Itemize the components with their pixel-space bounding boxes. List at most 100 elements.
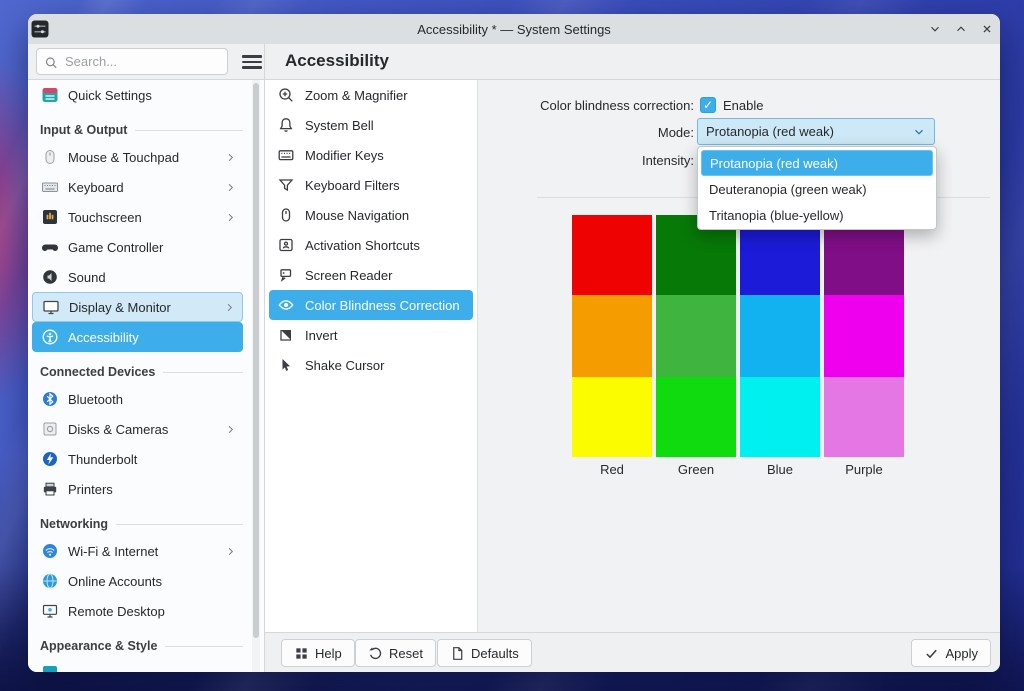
sidebar-item-wi-fi-internet[interactable]: Wi-Fi & Internet (32, 536, 243, 566)
sidebar-item-partial[interactable] (32, 658, 243, 672)
sidebar-item-online-accounts[interactable]: Online Accounts (32, 566, 243, 596)
printer-icon (41, 480, 59, 498)
sidebar-item-game-controller[interactable]: Game Controller (32, 232, 243, 262)
sidebar-item-thunderbolt[interactable]: Thunderbolt (32, 444, 243, 474)
window-title: Accessibility * — System Settings (28, 22, 1000, 37)
chevron-right-icon (224, 181, 237, 194)
mode-combobox[interactable]: Protanopia (red weak) (697, 118, 935, 145)
swatch-blue-row2 (740, 295, 820, 377)
sidebar-item-label: Quick Settings (68, 88, 152, 103)
module-item-modifier-keys[interactable]: Modifier Keys (269, 140, 473, 170)
shake-cursor-icon (277, 356, 295, 374)
sidebar-item-bluetooth[interactable]: Bluetooth (32, 384, 243, 414)
sidebar-item-label: Keyboard (68, 180, 124, 195)
apply-button[interactable]: Apply (911, 639, 991, 667)
reset-button[interactable]: Reset (355, 639, 436, 667)
sidebar-item-label: Disks & Cameras (68, 422, 168, 437)
activation-shortcuts-icon (277, 236, 295, 254)
game-controller-icon (41, 238, 59, 256)
module-item-activation-shortcuts[interactable]: Activation Shortcuts (269, 230, 473, 260)
sidebar: Quick Settings Input & OutputMouse & Touc… (28, 80, 264, 672)
dropdown-option-deuteranopia-green-weak[interactable]: Deuteranopia (green weak) (701, 176, 933, 202)
defaults-label: Defaults (471, 646, 519, 661)
mode-dropdown-popup: Protanopia (red weak)Deuteranopia (green… (697, 146, 937, 230)
maximize-icon[interactable] (952, 20, 970, 38)
search-input[interactable] (65, 54, 220, 69)
partial-icon (41, 664, 59, 672)
modifier-keys-icon (277, 146, 295, 164)
chevron-right-icon (224, 423, 237, 436)
swatch-green-row2 (656, 295, 736, 377)
module-item-label: Shake Cursor (305, 358, 384, 373)
sound-icon (41, 268, 59, 286)
sidebar-item-keyboard[interactable]: Keyboard (32, 172, 243, 202)
sidebar-item-accessibility[interactable]: Accessibility (32, 322, 243, 352)
module-item-zoom-magnifier[interactable]: Zoom & Magnifier (269, 80, 473, 110)
hamburger-menu-icon[interactable] (239, 52, 265, 72)
minimize-icon[interactable] (926, 20, 944, 38)
dropdown-option-protanopia-red-weak[interactable]: Protanopia (red weak) (701, 150, 933, 176)
dropdown-option-tritanopia-blue-yellow[interactable]: Tritanopia (blue-yellow) (701, 202, 933, 228)
sidebar-item-display-monitor[interactable]: Display & Monitor (32, 292, 243, 322)
correction-label: Color blindness correction: (540, 98, 694, 113)
module-item-shake-cursor[interactable]: Shake Cursor (269, 350, 473, 380)
swatch-red-row1 (572, 215, 652, 295)
sidebar-item-label: Online Accounts (68, 574, 162, 589)
sidebar-section-appearance-style: Appearance & Style (28, 626, 264, 658)
module-item-screen-reader[interactable]: Screen Reader (269, 260, 473, 290)
wifi-icon (41, 542, 59, 560)
sidebar-item-mouse-touchpad[interactable]: Mouse & Touchpad (32, 142, 243, 172)
section-label: Connected Devices (40, 365, 155, 379)
toolbar-strip: Accessibility (28, 44, 1000, 80)
module-item-invert[interactable]: Invert (269, 320, 473, 350)
zoom-magnifier-icon (277, 86, 295, 104)
thunderbolt-icon (41, 450, 59, 468)
swatch-label: Red (572, 457, 652, 477)
module-item-label: Mouse Navigation (305, 208, 409, 223)
section-label: Appearance & Style (40, 639, 157, 653)
sidebar-item-disks-cameras[interactable]: Disks & Cameras (32, 414, 243, 444)
sidebar-scrollbar[interactable] (252, 80, 260, 672)
display-icon (42, 298, 60, 316)
sidebar-item-printers[interactable]: Printers (32, 474, 243, 504)
screen-reader-icon (277, 266, 295, 284)
reset-label: Reset (389, 646, 423, 661)
sidebar-item-quick-settings[interactable]: Quick Settings (32, 80, 243, 110)
section-label: Networking (40, 517, 108, 531)
swatch-column-blue: Blue (740, 215, 820, 477)
titlebar[interactable]: Accessibility * — System Settings (28, 14, 1000, 44)
close-icon[interactable] (978, 20, 996, 38)
module-item-system-bell[interactable]: System Bell (269, 110, 473, 140)
help-button[interactable]: Help (281, 639, 355, 667)
module-item-mouse-navigation[interactable]: Mouse Navigation (269, 200, 473, 230)
system-bell-icon (277, 116, 295, 134)
defaults-button[interactable]: Defaults (437, 639, 532, 667)
swatch-column-green: Green (656, 215, 736, 477)
scrollbar-thumb[interactable] (253, 83, 259, 638)
sidebar-item-sound[interactable]: Sound (32, 262, 243, 292)
sidebar-item-label: Remote Desktop (68, 604, 165, 619)
system-settings-window: Accessibility * — System Settings Access… (28, 14, 1000, 672)
enable-label: Enable (723, 98, 763, 113)
search-icon (44, 54, 59, 69)
enable-checkbox[interactable]: ✓ (700, 97, 716, 113)
sidebar-item-touchscreen[interactable]: Touchscreen (32, 202, 243, 232)
module-item-keyboard-filters[interactable]: Keyboard Filters (269, 170, 473, 200)
module-item-color-blindness-correction[interactable]: Color Blindness Correction (269, 290, 473, 320)
module-item-label: Modifier Keys (305, 148, 384, 163)
module-item-label: Zoom & Magnifier (305, 88, 408, 103)
search-field[interactable] (36, 48, 228, 75)
apply-label: Apply (945, 646, 978, 661)
help-icon (294, 646, 309, 661)
sidebar-item-label: Wi-Fi & Internet (68, 544, 158, 559)
chevron-down-icon (912, 125, 926, 139)
swatch-purple-row2 (824, 295, 904, 377)
undo-icon (368, 646, 383, 661)
module-item-label: Invert (305, 328, 338, 343)
module-item-label: Activation Shortcuts (305, 238, 420, 253)
sidebar-item-label: Display & Monitor (69, 300, 171, 315)
color-preview-grid: RedGreenBluePurple (572, 215, 904, 477)
swatch-red-row3 (572, 377, 652, 457)
sidebar-section-input-output: Input & Output (28, 110, 264, 142)
sidebar-item-remote-desktop[interactable]: Remote Desktop (32, 596, 243, 626)
